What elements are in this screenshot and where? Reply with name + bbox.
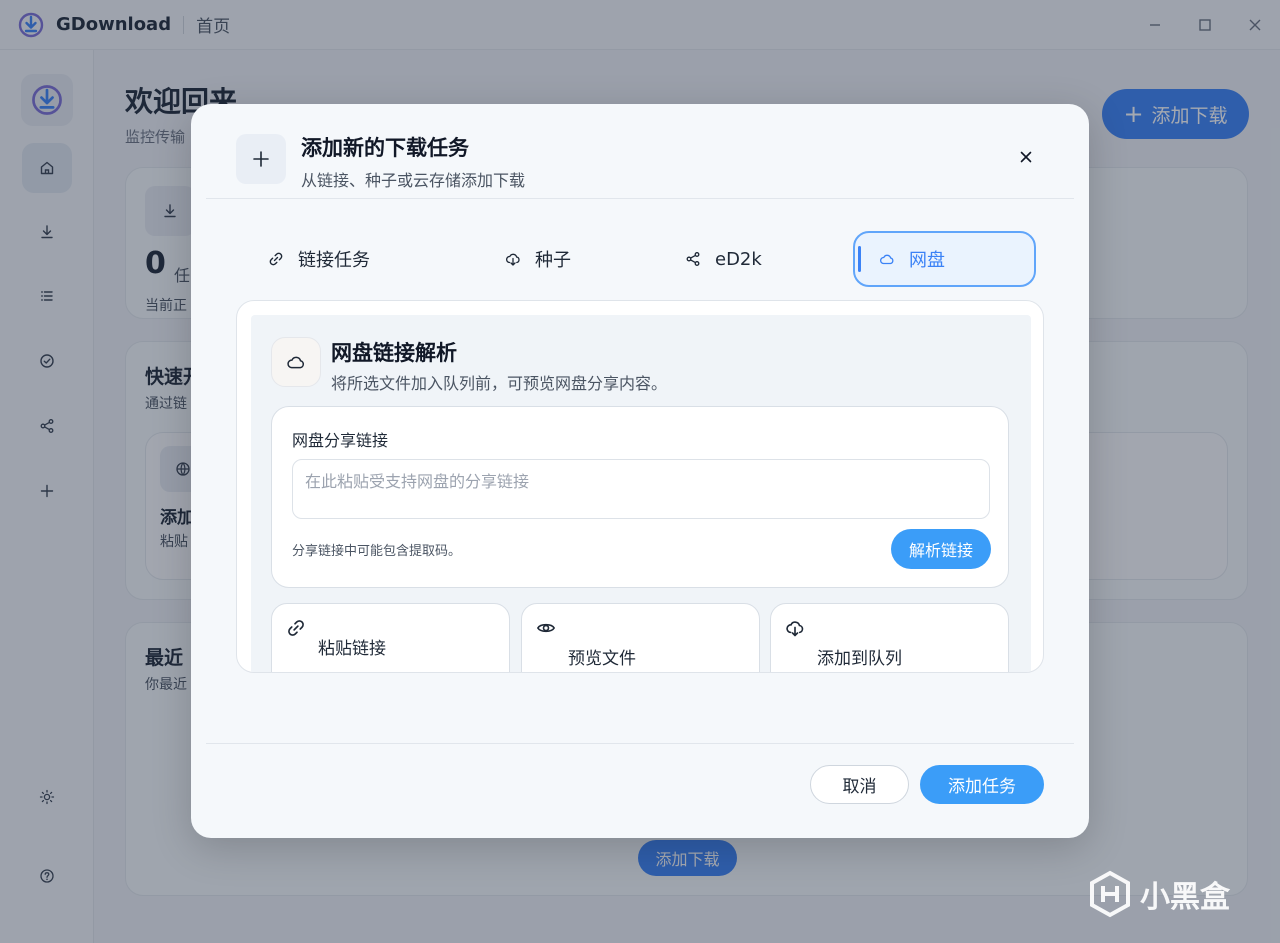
share-icon [686, 252, 700, 266]
cloud-download-icon [506, 253, 520, 266]
panel-scroll-area[interactable]: 网盘链接解析 将所选文件加入队列前，可预览网盘分享内容。 网盘分享链接 分享链接… [251, 315, 1031, 672]
footer-divider [206, 743, 1074, 744]
cancel-button[interactable]: 取消 [810, 765, 909, 804]
feature-card-preview: 预览文件 [521, 603, 760, 672]
parse-link-button[interactable]: 解析链接 [891, 529, 991, 569]
tab-label: eD2k [715, 248, 762, 270]
share-link-label: 网盘分享链接 [292, 431, 389, 450]
tab-link-task[interactable]: 链接任务 [268, 231, 370, 287]
heybox-logo-icon [1090, 870, 1130, 918]
cloud-download-icon [785, 618, 805, 642]
tab-label: 网盘 [909, 250, 945, 271]
share-link-card: 网盘分享链接 分享链接中可能包含提取码。 解析链接 [271, 406, 1009, 588]
section-title: 网盘链接解析 [331, 341, 457, 365]
add-task-button[interactable]: 添加任务 [920, 765, 1044, 804]
close-icon [1020, 151, 1032, 163]
section-subtitle: 将所选文件加入队列前，可预览网盘分享内容。 [331, 374, 668, 393]
plus-icon [236, 134, 286, 184]
eye-icon [536, 618, 556, 642]
dialog-title: 添加新的下载任务 [301, 136, 469, 160]
dialog-subtitle: 从链接、种子或云存储添加下载 [301, 171, 526, 190]
tab-cloud-drive[interactable]: 网盘 [853, 231, 1036, 287]
close-dialog-button[interactable] [1013, 144, 1039, 170]
share-link-input[interactable] [292, 459, 990, 519]
add-task-dialog: 添加新的下载任务 从链接、种子或云存储添加下载 链接任务 种子 eD2k 网盘 … [191, 104, 1089, 838]
tab-label: 种子 [535, 250, 571, 271]
feature-label: 添加到队列 [817, 649, 902, 669]
extraction-code-hint: 分享链接中可能包含提取码。 [292, 544, 462, 559]
feature-label: 粘贴链接 [318, 639, 386, 659]
cloud-icon [880, 254, 894, 265]
watermark-text: 小黑盒 [1140, 880, 1230, 915]
tab-torrent[interactable]: 种子 [505, 231, 571, 287]
feature-card-queue: 添加到队列 [770, 603, 1009, 672]
cloud-icon [271, 337, 321, 387]
feature-card-paste: 粘贴链接 [271, 603, 510, 672]
tab-ed2k[interactable]: eD2k [685, 231, 762, 287]
tab-label: 链接任务 [298, 250, 370, 271]
header-divider [206, 198, 1074, 199]
watermark: 小黑盒 [1088, 870, 1230, 918]
cloud-drive-panel: 网盘链接解析 将所选文件加入队列前，可预览网盘分享内容。 网盘分享链接 分享链接… [236, 300, 1044, 673]
link-icon [269, 252, 283, 266]
link-icon [286, 618, 306, 642]
feature-label: 预览文件 [568, 649, 636, 669]
